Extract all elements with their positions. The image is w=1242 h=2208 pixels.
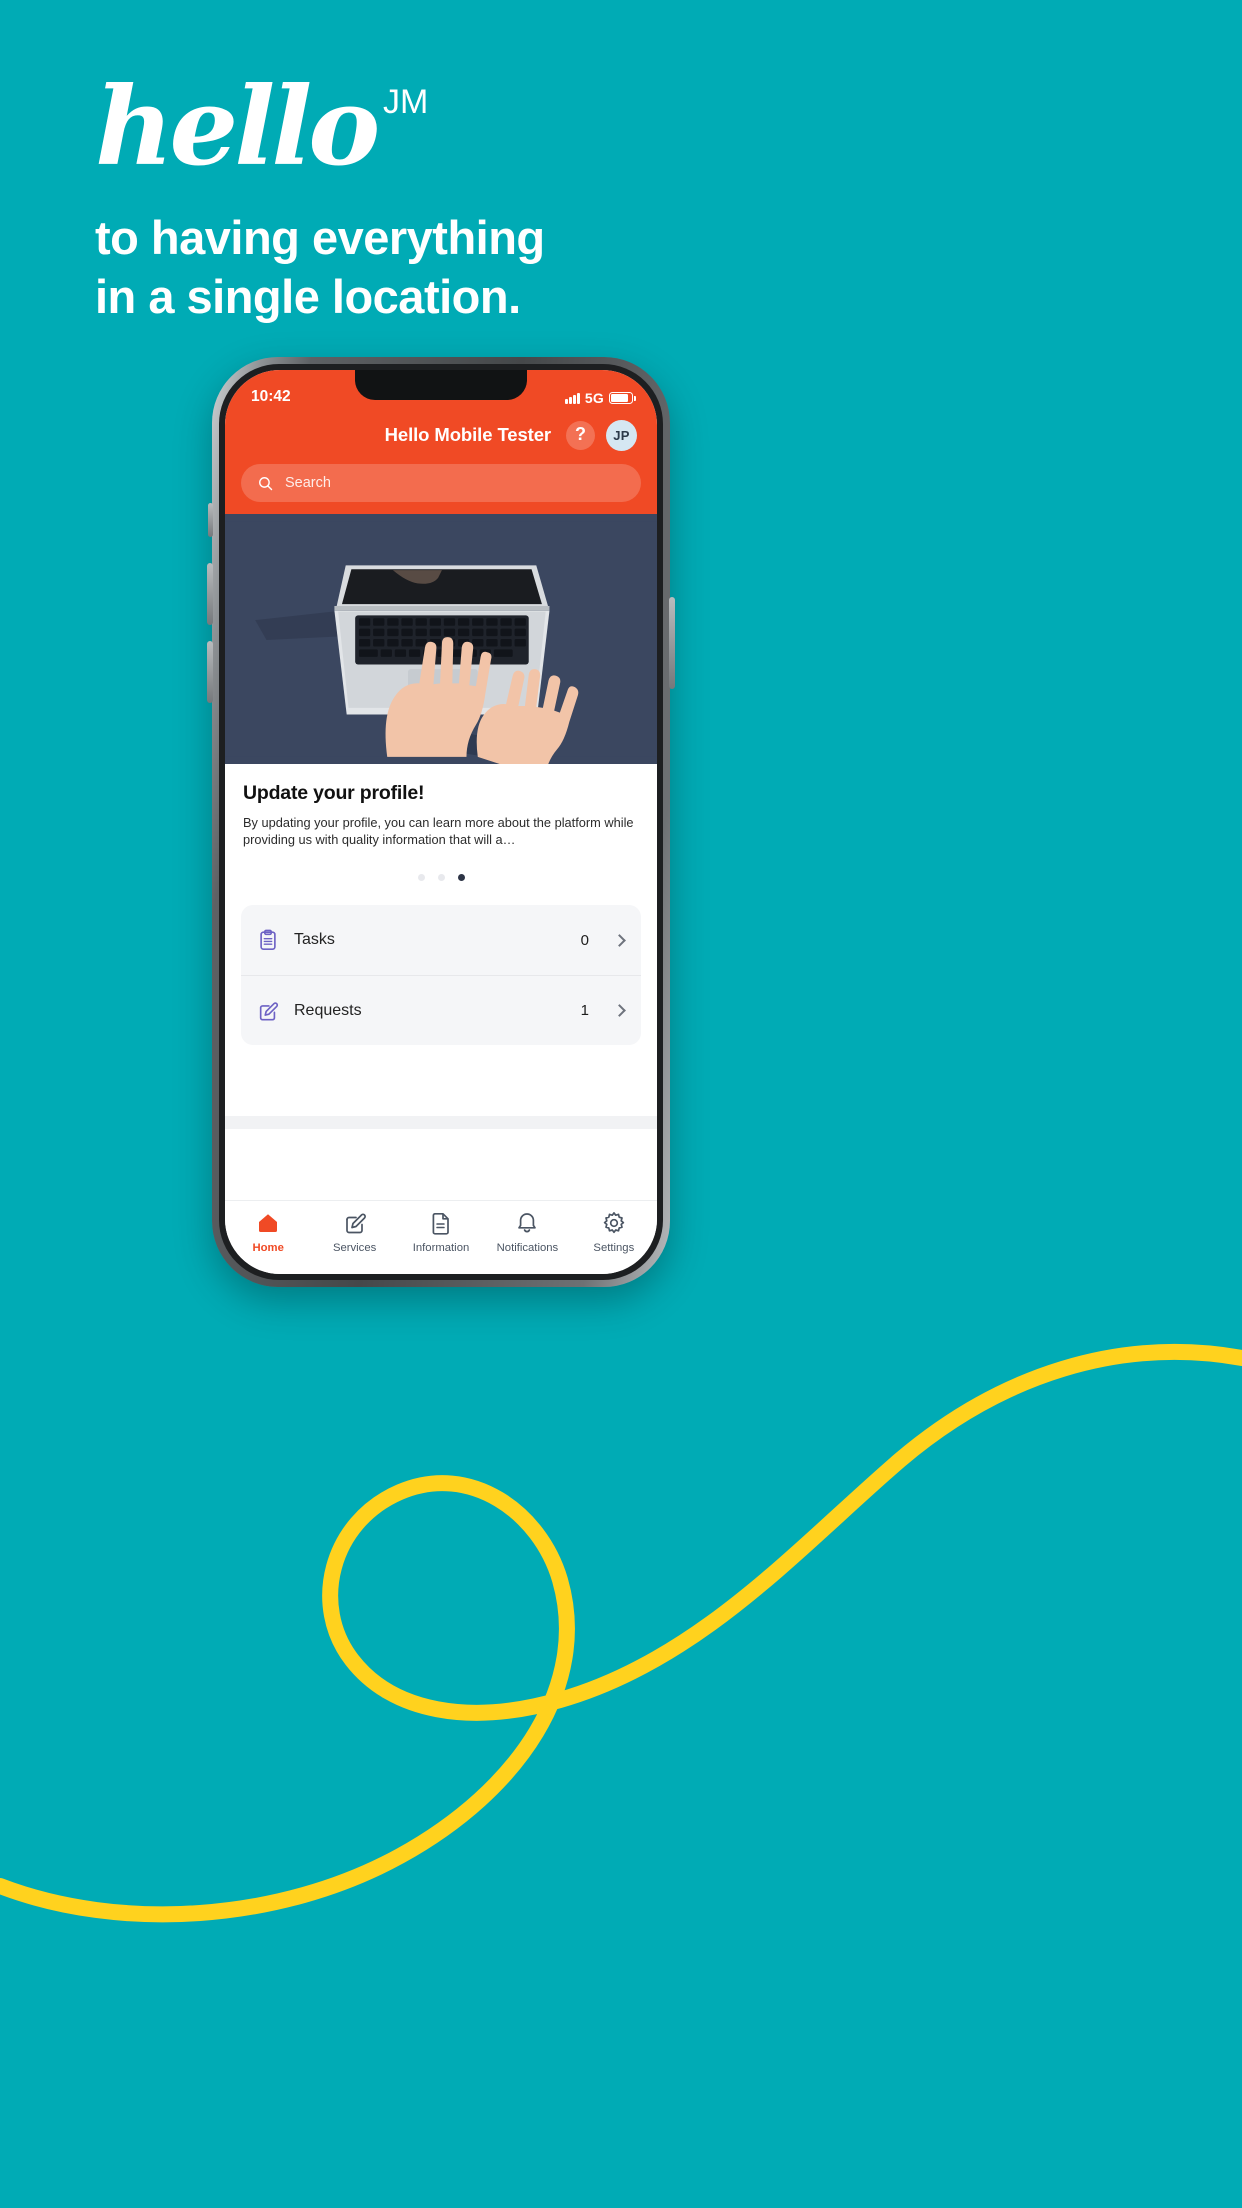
quick-links-list: Tasks 0 Requests 1 — [241, 905, 641, 1045]
phone-mockup: 10:42 5G Hello Mobile Tester ? JP Search… — [207, 357, 675, 1287]
tab-services[interactable]: Services — [311, 1211, 397, 1254]
document-icon — [432, 1212, 449, 1235]
promo-card[interactable]: Update your profile! By updating your pr… — [225, 764, 657, 905]
header-title-row: Hello Mobile Tester ? JP — [225, 410, 657, 452]
tab-label: Home — [252, 1242, 284, 1254]
help-button[interactable]: ? — [566, 420, 595, 450]
avatar[interactable]: JP — [606, 419, 637, 451]
tab-information[interactable]: Information — [398, 1211, 484, 1254]
volume-down-button[interactable] — [207, 641, 213, 703]
tab-settings[interactable]: Settings — [571, 1211, 657, 1254]
content-filler — [225, 1045, 657, 1116]
bottom-navigation: Home Services Information Notifications … — [225, 1200, 657, 1274]
search-icon — [259, 476, 273, 490]
volume-up-button[interactable] — [207, 563, 213, 625]
logo-superscript: JM — [383, 83, 429, 121]
page-title: Hello Mobile Tester — [384, 424, 551, 445]
clipboard-icon — [260, 929, 276, 950]
list-item[interactable]: Requests 1 — [241, 975, 641, 1045]
search-input[interactable]: Search — [241, 464, 641, 502]
tagline-line-1: to having everything — [95, 211, 545, 264]
search-placeholder: Search — [285, 475, 331, 491]
list-item-count: 0 — [580, 931, 589, 949]
hero-image[interactable] — [225, 514, 657, 764]
promo-block: hello JM to having everything in a singl… — [95, 73, 895, 326]
chevron-right-icon — [613, 933, 626, 947]
chevron-right-icon — [613, 1004, 626, 1017]
notch — [355, 370, 527, 400]
empty-section — [225, 1129, 657, 1200]
phone-bezel: 10:42 5G Hello Mobile Tester ? JP Search… — [219, 364, 663, 1280]
hello-logo: hello JM — [95, 73, 428, 181]
list-item-label: Tasks — [294, 931, 335, 948]
bell-icon — [518, 1213, 537, 1233]
tab-label: Services — [332, 1242, 377, 1254]
battery-icon — [609, 392, 636, 404]
status-time: 10:42 — [251, 388, 291, 405]
carousel-dot[interactable] — [437, 874, 445, 881]
tagline: to having everything in a single locatio… — [95, 208, 895, 326]
list-item-label: Requests — [294, 1001, 362, 1019]
tab-label: Settings — [593, 1242, 635, 1254]
logo-wordmark: hello — [95, 64, 380, 190]
carousel-dot[interactable] — [417, 874, 425, 881]
promo-card-body: By updating your profile, you can learn … — [243, 815, 634, 847]
tab-label: Notifications — [496, 1242, 559, 1254]
edit-square-icon — [345, 1213, 366, 1234]
promo-card-title: Update your profile! — [243, 782, 425, 804]
status-indicators: 5G — [565, 390, 636, 406]
list-item[interactable]: Tasks 0 — [241, 905, 641, 975]
edit-square-icon — [259, 1001, 279, 1021]
carousel-dots[interactable] — [243, 848, 639, 905]
question-mark-icon: ? — [575, 424, 586, 444]
laptop-hands-image — [225, 521, 657, 764]
carousel-dot-active[interactable] — [457, 874, 465, 881]
home-icon — [259, 1214, 278, 1232]
tab-notifications[interactable]: Notifications — [484, 1211, 570, 1254]
gear-icon — [603, 1212, 625, 1234]
tab-home[interactable]: Home — [225, 1211, 311, 1254]
tagline-line-2: in a single location. — [95, 270, 521, 323]
signal-bars-icon — [565, 392, 580, 404]
tab-label: Information — [412, 1242, 470, 1254]
quick-links-section: Tasks 0 Requests 1 — [225, 905, 657, 1045]
mute-switch[interactable] — [208, 503, 213, 537]
network-label: 5G — [584, 390, 604, 406]
list-item-count: 1 — [580, 1002, 589, 1019]
power-button[interactable] — [669, 597, 675, 689]
phone-screen: 10:42 5G Hello Mobile Tester ? JP Search… — [225, 370, 657, 1274]
section-divider — [225, 1116, 657, 1129]
